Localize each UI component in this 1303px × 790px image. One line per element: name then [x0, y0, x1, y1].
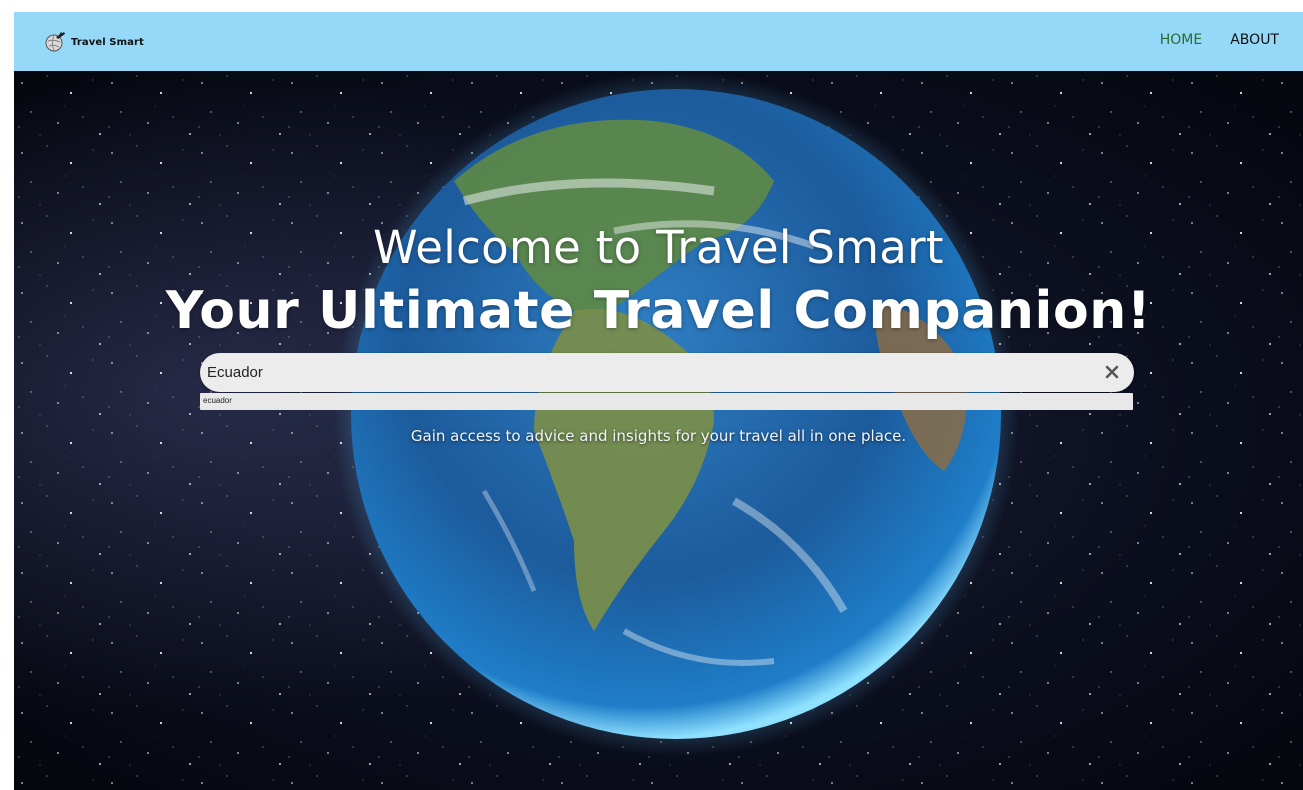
nav-about-link[interactable]: ABOUT — [1230, 32, 1279, 48]
app-frame: Travel Smart HOME ABOUT Welcome to Trave… — [14, 12, 1303, 790]
nav-home-link[interactable]: HOME — [1160, 32, 1202, 48]
hero-headline: Welcome to Travel Smart — [373, 221, 944, 274]
hero-tagline: Gain access to advice and insights for y… — [410, 427, 907, 445]
hero-section: Welcome to Travel Smart Your Ultimate Tr… — [14, 71, 1303, 790]
nav-links: HOME ABOUT — [1160, 32, 1279, 48]
brand[interactable]: Travel Smart — [44, 30, 144, 54]
hero-subheadline: Your Ultimate Travel Companion! — [165, 281, 1152, 341]
suggestion-list: ecuador — [200, 393, 1133, 410]
airplane-globe-icon — [44, 31, 66, 53]
search-input[interactable] — [207, 353, 1087, 392]
search-box — [200, 353, 1134, 392]
brand-name: Travel Smart — [71, 36, 144, 48]
navbar: Travel Smart HOME ABOUT — [14, 12, 1303, 71]
close-icon[interactable] — [1104, 364, 1120, 380]
search-container: ecuador — [200, 353, 1134, 410]
suggestion-item[interactable]: ecuador — [203, 396, 232, 405]
